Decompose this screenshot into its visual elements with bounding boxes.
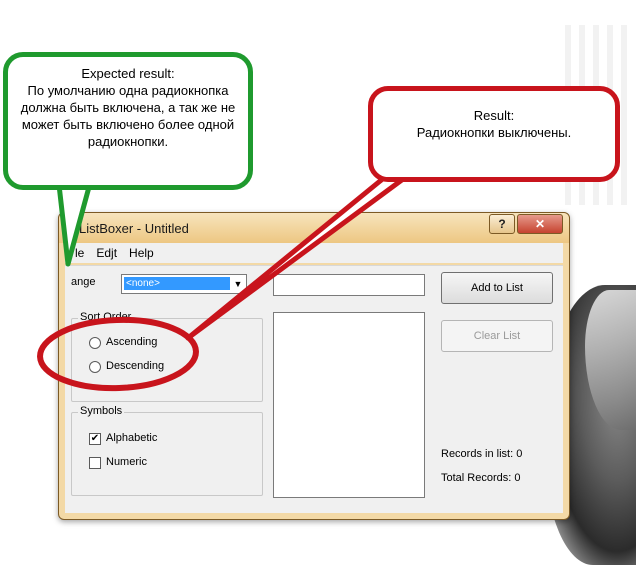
radio-descending-label: Descending — [106, 360, 165, 372]
expected-result-title: Expected result: — [81, 66, 175, 81]
actual-result-text: Радиокнопки выключены. — [416, 125, 572, 140]
menu-edit[interactable]: Edjt — [96, 246, 117, 260]
menu-help[interactable]: Help — [129, 246, 154, 260]
clear-list-button[interactable]: Clear List — [441, 320, 553, 352]
checkbox-numeric-label: Numeric — [106, 456, 147, 468]
records-in-list: Records in list: 0 — [441, 448, 523, 460]
item-text-input[interactable] — [273, 274, 425, 296]
radio-ascending[interactable] — [89, 337, 101, 349]
help-button[interactable]: ? — [489, 214, 515, 234]
total-records: Total Records: 0 — [441, 472, 521, 484]
range-label: ange — [71, 276, 96, 288]
checkbox-numeric[interactable] — [89, 457, 101, 469]
items-listbox[interactable] — [273, 312, 425, 498]
menu-bar: le Edjt Help — [65, 243, 563, 263]
actual-result-title: Result: — [473, 108, 515, 123]
title-bar[interactable]: ListBoxer - Untitled ? ✕ — [59, 213, 569, 243]
sort-order-title: Sort Order — [78, 311, 134, 323]
chevron-down-icon[interactable]: ▼ — [230, 275, 246, 293]
close-button[interactable]: ✕ — [517, 214, 563, 234]
window-title: ListBoxer - Untitled — [79, 221, 189, 236]
menu-file[interactable]: le — [75, 246, 84, 260]
add-to-list-button[interactable]: Add to List — [441, 272, 553, 304]
sort-order-group: Sort Order Ascending Descending — [71, 311, 263, 402]
symbols-group: Symbols ✔ Alphabetic Numeric — [71, 405, 263, 496]
expected-result-text: По умолчанию одна радиокнопка должна быт… — [20, 83, 236, 149]
symbols-title: Symbols — [78, 405, 125, 417]
range-value: <none> — [124, 277, 230, 290]
radio-ascending-label: Ascending — [106, 336, 158, 348]
expected-result-callout: Expected result: По умолчанию одна радио… — [3, 52, 253, 190]
checkbox-alphabetic[interactable]: ✔ — [89, 433, 101, 445]
checkbox-alphabetic-label: Alphabetic — [106, 432, 158, 444]
range-combobox[interactable]: <none> ▼ — [121, 274, 247, 294]
radio-descending[interactable] — [89, 361, 101, 373]
window-client-area: ange <none> ▼ Sort Order Ascending Desce… — [65, 265, 563, 513]
actual-result-callout: Result: Радиокнопки выключены. — [368, 86, 620, 182]
listboxer-window: ListBoxer - Untitled ? ✕ le Edjt Help an… — [58, 212, 570, 520]
